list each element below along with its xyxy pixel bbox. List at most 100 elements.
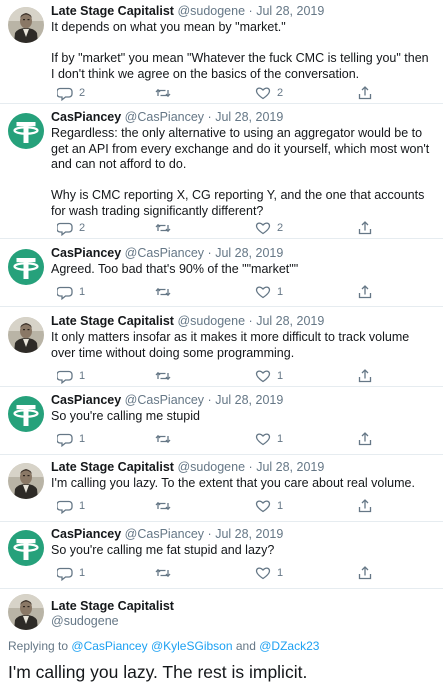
like-button[interactable]: 1 (255, 431, 283, 447)
heart-icon (255, 370, 271, 383)
mention-link[interactable]: @KyleSGibson (151, 639, 233, 653)
share-icon (358, 499, 372, 513)
share-button[interactable] (357, 220, 373, 236)
tweet-date[interactable]: Jul 28, 2019 (256, 4, 324, 18)
tweet-text: Agreed. Too bad that's 90% of the ""mark… (51, 262, 299, 276)
author-name[interactable]: CasPiancey (51, 110, 121, 124)
share-button[interactable] (357, 85, 373, 101)
like-button[interactable]: 1 (255, 498, 283, 514)
share-icon (358, 221, 372, 235)
mention-link[interactable]: @CasPiancey (71, 639, 147, 653)
separator-dot: · (207, 527, 212, 541)
tweet-date[interactable]: Jul 28, 2019 (215, 110, 283, 124)
reply-icon (57, 286, 73, 300)
share-button[interactable] (357, 284, 373, 300)
tether-logo-avatar[interactable] (8, 396, 44, 432)
tweet-header: CasPiancey @CasPiancey · Jul 28, 2019 (51, 246, 433, 261)
mention-link[interactable]: @DZack23 (259, 639, 319, 653)
retweet-button[interactable] (155, 284, 171, 300)
tweet-date[interactable]: Jul 28, 2019 (256, 460, 324, 474)
share-icon (358, 369, 372, 383)
author-name[interactable]: CasPiancey (51, 527, 121, 541)
author-name[interactable]: Late Stage Capitalist (51, 314, 174, 328)
tweet-text: Regardless: the only alternative to usin… (51, 126, 430, 218)
replying-prefix: Replying to (8, 639, 69, 653)
retweet-icon (155, 288, 171, 296)
man-portrait-avatar[interactable] (8, 7, 44, 43)
author-handle[interactable]: @sudogene (177, 314, 245, 328)
tether-logo-avatar[interactable] (8, 249, 44, 285)
tweet[interactable]: CasPiancey @CasPiancey · Jul 28, 2019 Ag… (0, 246, 443, 304)
like-button[interactable]: 2 (255, 85, 283, 101)
retweet-button[interactable] (155, 220, 171, 236)
like-button[interactable]: 1 (255, 284, 283, 300)
retweet-button[interactable] (155, 431, 171, 447)
reply-icon (57, 370, 73, 384)
like-button[interactable]: 2 (255, 220, 283, 236)
author-handle[interactable]: @CasPiancey (125, 527, 204, 541)
reply-button[interactable]: 2 (57, 85, 85, 101)
replying-to: Replying to @CasPiancey @KyleSGibson and… (8, 639, 319, 653)
man-portrait-avatar[interactable] (8, 463, 44, 499)
reply-button[interactable]: 2 (57, 220, 85, 236)
author-handle[interactable]: @sudogene (177, 4, 245, 18)
reply-button[interactable]: 1 (57, 368, 85, 384)
reply-button[interactable]: 1 (57, 565, 85, 581)
reply-button[interactable]: 1 (57, 431, 85, 447)
share-button[interactable] (357, 498, 373, 514)
separator-dot: · (207, 246, 212, 260)
tweet[interactable]: CasPiancey @CasPiancey · Jul 28, 2019 Re… (0, 110, 443, 240)
tether-logo-avatar[interactable] (8, 113, 44, 149)
author-name[interactable]: CasPiancey (51, 393, 121, 407)
like-count: 2 (277, 87, 284, 99)
reply-count: 2 (79, 222, 86, 234)
author-handle[interactable]: @sudogene (51, 614, 174, 629)
share-button[interactable] (357, 431, 373, 447)
author-handle[interactable]: @CasPiancey (125, 110, 204, 124)
tweet[interactable]: CasPiancey @CasPiancey · Jul 28, 2019 So… (0, 527, 443, 585)
tweet-actions: 1 1 (51, 431, 372, 447)
reply-button[interactable]: 1 (57, 498, 85, 514)
heart-icon (255, 500, 271, 513)
retweet-button[interactable] (155, 368, 171, 384)
author-name[interactable]: Late Stage Capitalist (51, 4, 174, 18)
tweet-actions: 1 1 (51, 368, 372, 384)
man-portrait-avatar[interactable] (8, 594, 44, 630)
tether-logo-avatar[interactable] (8, 530, 44, 566)
share-icon (358, 566, 372, 580)
author-handle[interactable]: @CasPiancey (125, 393, 204, 407)
retweet-button[interactable] (155, 498, 171, 514)
author-handle[interactable]: @sudogene (177, 460, 245, 474)
tweet-actions: 1 1 (51, 284, 372, 300)
author-name[interactable]: Late Stage Capitalist (51, 460, 174, 474)
tweet-date[interactable]: Jul 28, 2019 (215, 246, 283, 260)
author-handle[interactable]: @CasPiancey (125, 246, 204, 260)
author-name[interactable]: Late Stage Capitalist (51, 599, 174, 614)
reply-count: 1 (79, 286, 86, 298)
like-button[interactable]: 1 (255, 565, 283, 581)
reply-button[interactable]: 1 (57, 284, 85, 300)
tweet-header: Late Stage Capitalist @sudogene · Jul 28… (51, 460, 433, 475)
reply-icon (57, 567, 73, 581)
divider (0, 454, 443, 455)
tweet[interactable]: Late Stage Capitalist @sudogene · Jul 28… (0, 460, 443, 518)
retweet-button[interactable] (155, 85, 171, 101)
share-icon (358, 432, 372, 446)
tweet-date[interactable]: Jul 28, 2019 (256, 314, 324, 328)
tweet[interactable]: Late Stage Capitalist @sudogene · Jul 28… (0, 314, 443, 384)
share-button[interactable] (357, 565, 373, 581)
author-name[interactable]: CasPiancey (51, 246, 121, 260)
like-button[interactable]: 1 (255, 368, 283, 384)
reply-count: 1 (79, 567, 86, 579)
retweet-button[interactable] (155, 565, 171, 581)
reply-count: 1 (79, 500, 86, 512)
tweet-date[interactable]: Jul 28, 2019 (215, 393, 283, 407)
tweet-date[interactable]: Jul 28, 2019 (215, 527, 283, 541)
reply-count: 1 (79, 433, 86, 445)
share-button[interactable] (357, 368, 373, 384)
tweet[interactable]: CasPiancey @CasPiancey · Jul 28, 2019 So… (0, 393, 443, 451)
divider (0, 238, 443, 239)
tweet-actions: 1 1 (51, 565, 372, 581)
man-portrait-avatar[interactable] (8, 317, 44, 353)
tweet[interactable]: Late Stage Capitalist @sudogene · Jul 28… (0, 4, 443, 101)
